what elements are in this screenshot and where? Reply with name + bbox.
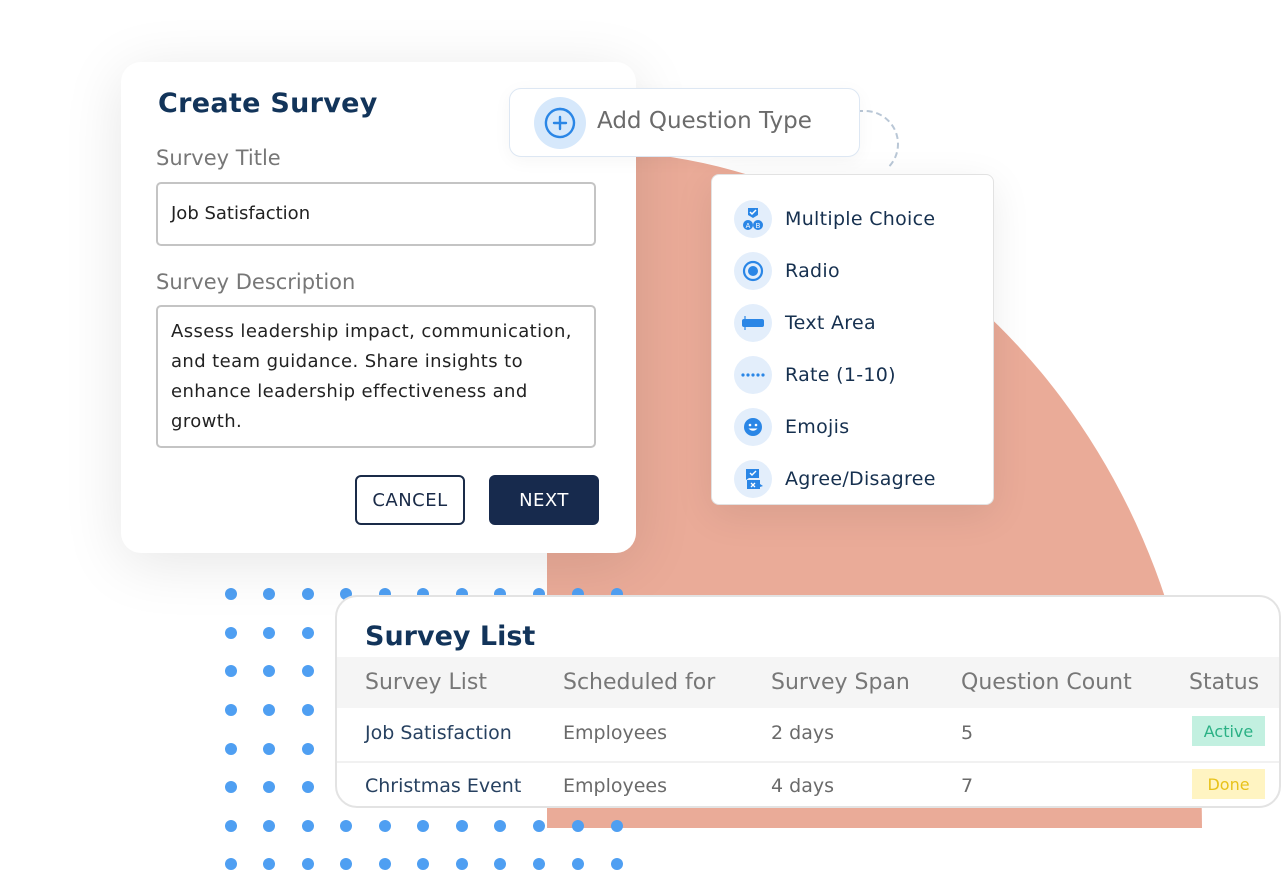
decorative-dot bbox=[494, 858, 506, 870]
decorative-dot bbox=[225, 781, 237, 793]
multiple-choice-icon: AB bbox=[734, 200, 772, 238]
decorative-dot bbox=[263, 743, 275, 755]
decorative-dot bbox=[494, 820, 506, 832]
decorative-dot bbox=[302, 781, 314, 793]
survey-title-label: Survey Title bbox=[156, 146, 281, 170]
survey-list-heading: Survey List bbox=[365, 621, 536, 652]
create-survey-heading: Create Survey bbox=[158, 88, 378, 119]
survey-span: 4 days bbox=[771, 775, 834, 797]
text-area-icon bbox=[734, 304, 772, 342]
column-header[interactable]: Question Count bbox=[961, 670, 1132, 695]
decorative-dot bbox=[302, 704, 314, 716]
question-type-label: Radio bbox=[785, 260, 840, 282]
question-type-radio[interactable]: Radio bbox=[734, 251, 840, 291]
decorative-dot bbox=[417, 820, 429, 832]
decorative-dot bbox=[611, 858, 623, 870]
question-type-text-area[interactable]: Text Area bbox=[734, 303, 876, 343]
column-header[interactable]: Survey Span bbox=[771, 670, 910, 695]
decorative-dot bbox=[340, 858, 352, 870]
plus-circle-icon bbox=[534, 97, 586, 149]
column-header[interactable]: Scheduled for bbox=[563, 670, 715, 695]
decorative-dot bbox=[263, 781, 275, 793]
decorative-dot bbox=[340, 820, 352, 832]
status-badge: Done bbox=[1192, 769, 1265, 799]
question-type-rate[interactable]: Rate (1-10) bbox=[734, 355, 896, 395]
decorative-dot bbox=[379, 858, 391, 870]
survey-span: 2 days bbox=[771, 722, 834, 744]
decorative-dot bbox=[263, 820, 275, 832]
decorative-dot bbox=[263, 704, 275, 716]
decorative-dot bbox=[533, 820, 545, 832]
rating-icon bbox=[734, 356, 772, 394]
survey-name: Job Satisfaction bbox=[365, 722, 512, 744]
add-question-type-button[interactable]: Add Question Type bbox=[509, 88, 860, 157]
survey-title-input[interactable]: Job Satisfaction bbox=[156, 182, 596, 246]
next-button[interactable]: NEXT bbox=[489, 475, 599, 525]
column-header[interactable]: Status bbox=[1189, 670, 1259, 695]
scheduled-for: Employees bbox=[563, 722, 667, 744]
decorative-dot bbox=[302, 627, 314, 639]
question-type-label: Multiple Choice bbox=[785, 208, 936, 230]
decorative-dot bbox=[417, 858, 429, 870]
question-count: 7 bbox=[961, 775, 974, 797]
question-type-label: Text Area bbox=[785, 312, 876, 334]
question-type-label: Agree/Disagree bbox=[785, 468, 936, 490]
question-type-emojis[interactable]: Emojis bbox=[734, 407, 849, 447]
decorative-dot bbox=[225, 588, 237, 600]
question-type-label: Emojis bbox=[785, 416, 850, 438]
radio-icon bbox=[734, 252, 772, 290]
status-badge: Active bbox=[1192, 716, 1265, 746]
table-header: Survey List Scheduled for Survey Span Qu… bbox=[337, 657, 1279, 708]
decorative-dot bbox=[225, 743, 237, 755]
svg-text:B: B bbox=[756, 223, 761, 230]
decorative-dot bbox=[225, 704, 237, 716]
decorative-dot bbox=[263, 665, 275, 677]
decorative-dot bbox=[225, 820, 237, 832]
decorative-dot bbox=[225, 627, 237, 639]
decorative-dot bbox=[456, 820, 468, 832]
question-type-agree-disagree[interactable]: Agree/Disagree bbox=[734, 459, 936, 499]
decorative-dot bbox=[302, 665, 314, 677]
scheduled-for: Employees bbox=[563, 775, 667, 797]
decorative-dot bbox=[533, 858, 545, 870]
table-row[interactable]: Christmas Event Employees 4 days 7 Done bbox=[337, 761, 1279, 806]
question-type-menu: AB Multiple Choice Radio Text Area Rate … bbox=[711, 174, 994, 505]
decorative-dot bbox=[263, 588, 275, 600]
decorative-dot bbox=[302, 858, 314, 870]
svg-text:A: A bbox=[746, 223, 751, 230]
survey-description-label: Survey Description bbox=[156, 270, 356, 294]
decorative-dot bbox=[302, 743, 314, 755]
emoji-icon bbox=[734, 408, 772, 446]
agree-disagree-icon bbox=[734, 460, 772, 498]
survey-description-textarea[interactable]: Assess leadership impact, communication,… bbox=[156, 305, 596, 448]
add-question-type-label: Add Question Type bbox=[597, 108, 812, 134]
dashed-connector bbox=[857, 110, 899, 178]
decorative-dot bbox=[225, 858, 237, 870]
decorative-dot bbox=[379, 820, 391, 832]
decorative-dot bbox=[456, 858, 468, 870]
question-type-label: Rate (1-10) bbox=[785, 364, 896, 386]
question-count: 5 bbox=[961, 722, 974, 744]
table-row[interactable]: Job Satisfaction Employees 2 days 5 Acti… bbox=[337, 710, 1279, 758]
decorative-dot bbox=[572, 858, 584, 870]
decorative-dot bbox=[263, 858, 275, 870]
survey-list-card: Survey List Survey List Scheduled for Su… bbox=[335, 595, 1281, 808]
decorative-dot bbox=[302, 820, 314, 832]
survey-name: Christmas Event bbox=[365, 775, 522, 797]
decorative-dot bbox=[225, 665, 237, 677]
question-type-multiple-choice[interactable]: AB Multiple Choice bbox=[734, 199, 935, 239]
column-header[interactable]: Survey List bbox=[365, 670, 487, 695]
cancel-button[interactable]: CANCEL bbox=[355, 475, 465, 525]
decorative-dot bbox=[263, 627, 275, 639]
decorative-dot bbox=[302, 588, 314, 600]
